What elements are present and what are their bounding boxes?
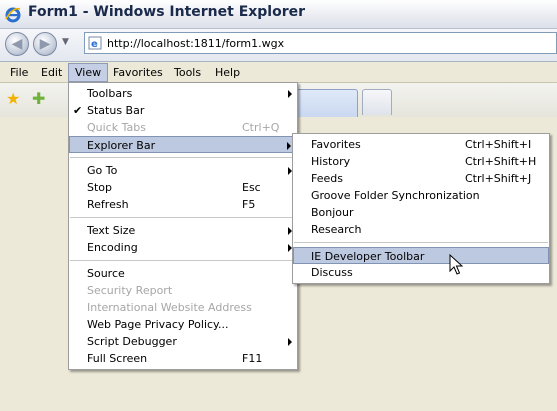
menu-item-script-debugger[interactable]: Script Debugger xyxy=(69,333,297,350)
menu-item-stop[interactable]: Stop Esc xyxy=(69,179,297,196)
svg-text:e: e xyxy=(91,39,98,50)
submenu-item-research[interactable]: Research xyxy=(293,221,549,238)
add-favorite-icon[interactable]: ✚ xyxy=(32,91,45,107)
menu-item-encoding[interactable]: Encoding xyxy=(69,239,297,256)
forward-arrow-icon: ▶ xyxy=(39,36,51,52)
menu-edit[interactable]: Edit xyxy=(35,64,68,81)
favorites-center-icon[interactable]: ★ xyxy=(6,91,20,107)
menu-item-quick-tabs: Quick Tabs Ctrl+Q xyxy=(87,121,280,134)
menu-separator xyxy=(70,157,296,158)
menu-item-status-bar[interactable]: ✔ Status Bar xyxy=(69,102,297,119)
url-input[interactable]: e http://localhost:1811/form1.wgx xyxy=(84,32,557,54)
menu-tools[interactable]: Tools xyxy=(168,64,207,81)
submenu-arrow-icon xyxy=(288,90,292,98)
submenu-arrow-icon xyxy=(287,142,291,150)
url-text: http://localhost:1811/form1.wgx xyxy=(107,37,285,50)
submenu-item-favorites[interactable]: Favorites Ctrl+Shift+I xyxy=(293,136,549,153)
menu-view[interactable]: View xyxy=(68,63,109,82)
menu-file[interactable]: File xyxy=(4,64,34,81)
menu-help[interactable]: Help xyxy=(209,64,246,81)
submenu-item-feeds[interactable]: Feeds Ctrl+Shift+J xyxy=(293,170,549,187)
forward-button[interactable]: ▶ xyxy=(33,32,57,56)
menu-item-explorer-bar[interactable]: Explorer Bar xyxy=(69,136,297,153)
submenu-item-history[interactable]: History Ctrl+Shift+H xyxy=(293,153,549,170)
back-arrow-icon: ◀ xyxy=(11,36,23,52)
mouse-cursor-icon xyxy=(449,254,463,275)
tab-form1[interactable] xyxy=(296,89,358,118)
menu-item-privacy-policy[interactable]: Web Page Privacy Policy... xyxy=(69,316,297,333)
menu-item-refresh[interactable]: Refresh F5 xyxy=(69,196,297,213)
recent-pages-dropdown-icon[interactable]: ▼ xyxy=(62,37,69,47)
menu-item-toolbars[interactable]: Toolbars xyxy=(69,85,297,102)
page-icon: e xyxy=(88,36,102,50)
submenu-arrow-icon xyxy=(288,338,292,346)
menu-item-international-website-address: International Website Address xyxy=(87,301,252,314)
view-menu: Toolbars ✔ Status Bar Quick Tabs Ctrl+Q E… xyxy=(68,82,298,370)
back-button[interactable]: ◀ xyxy=(5,32,29,56)
menu-bar: File Edit View Favorites Tools Help xyxy=(0,62,557,83)
submenu-item-bonjour[interactable]: Bonjour xyxy=(293,204,549,221)
menu-item-text-size[interactable]: Text Size xyxy=(69,222,297,239)
submenu-item-discuss[interactable]: Discuss xyxy=(293,264,549,281)
submenu-item-groove-folder-sync[interactable]: Groove Folder Synchronization xyxy=(293,187,549,204)
menu-separator xyxy=(294,242,548,243)
address-bar: ◀ ▶ ▼ e http://localhost:1811/form1.wgx xyxy=(0,29,557,62)
menu-item-go-to[interactable]: Go To xyxy=(69,162,297,179)
explorer-bar-submenu: Favorites Ctrl+Shift+I History Ctrl+Shift+… xyxy=(292,133,550,284)
checkmark-icon: ✔ xyxy=(73,104,83,117)
menu-separator xyxy=(70,217,296,218)
submenu-item-ie-developer-toolbar[interactable]: IE Developer Toolbar xyxy=(293,247,549,264)
menu-separator xyxy=(70,260,296,261)
new-tab-button[interactable] xyxy=(362,89,392,115)
internet-explorer-icon xyxy=(5,7,21,23)
menu-item-security-report: Security Report xyxy=(87,284,173,297)
menu-item-source[interactable]: Source xyxy=(69,265,297,282)
window-title: Form1 - Windows Internet Explorer xyxy=(28,4,306,20)
menu-item-full-screen[interactable]: Full Screen F11 xyxy=(69,350,297,367)
menu-favorites[interactable]: Favorites xyxy=(107,64,169,81)
title-bar: Form1 - Windows Internet Explorer xyxy=(0,0,557,29)
